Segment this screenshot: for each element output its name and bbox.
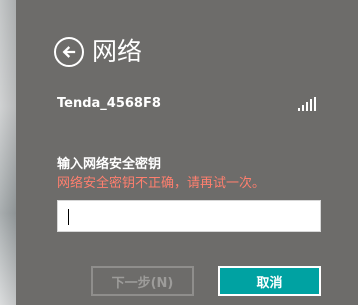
network-name: Tenda_4568F8 [57,96,161,111]
security-key-error: 网络安全密钥不正确，请再试一次。 [57,176,266,191]
network-flyout-panel: 网络 Tenda_4568F8 输入网络安全密钥 网络安全密钥不正确，请再试一次… [16,0,358,305]
security-key-label: 输入网络安全密钥 [57,157,162,172]
back-button[interactable] [54,37,84,67]
header: 网络 [54,34,142,70]
back-arrow-icon [62,46,76,58]
text-caret [68,209,69,225]
wifi-signal-icon [298,97,316,111]
desktop-background-edge [0,0,16,305]
security-key-input[interactable] [58,201,320,231]
next-button[interactable]: 下一步(N) [91,266,194,296]
page-title: 网络 [92,37,143,66]
wifi-connect-screen: 网络 Tenda_4568F8 输入网络安全密钥 网络安全密钥不正确，请再试一次… [0,0,358,305]
cancel-button[interactable]: 取消 [218,266,321,296]
network-row: Tenda_4568F8 [57,95,319,113]
security-key-field[interactable] [57,200,321,232]
